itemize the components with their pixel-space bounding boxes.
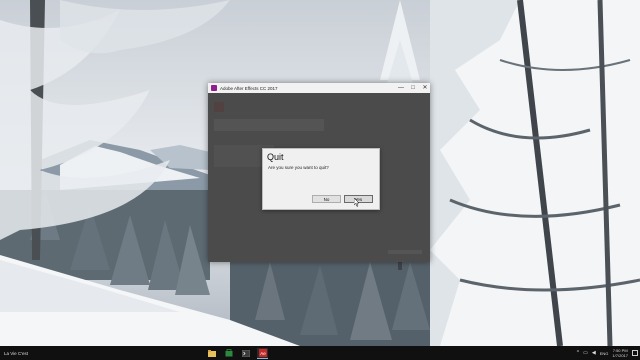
after-effects-taskbar-icon[interactable]: Ae (257, 348, 268, 359)
terminal-icon[interactable] (240, 348, 251, 358)
dialog-title: Quit (267, 152, 284, 162)
dialog-message: Are you sure you want to quit? (268, 165, 329, 170)
quit-dialog: Quit Are you sure you want to quit? No Y… (262, 148, 380, 210)
minimize-icon[interactable]: — (398, 83, 404, 93)
close-icon[interactable]: ✕ (422, 83, 428, 93)
ae-splash-badge (214, 102, 224, 112)
clock[interactable]: 7:50 PM 1/7/2017 (612, 348, 628, 358)
mouse-cursor-icon (354, 198, 360, 207)
notification-icon[interactable] (632, 350, 638, 356)
ae-titlebar[interactable]: Adobe After Effects CC 2017 — □ ✕ (208, 83, 430, 93)
system-tray: ^ ▭ ◀ ENG 7:50 PM 1/7/2017 (577, 346, 638, 360)
volume-icon[interactable]: ◀ (592, 350, 596, 356)
chevron-up-icon[interactable]: ^ (577, 350, 579, 356)
ae-window-title: Adobe After Effects CC 2017 (220, 85, 278, 91)
taskbar: La Vie C'est Ae ^ ▭ ◀ ENG 7:50 PM 1/7/20… (0, 346, 640, 360)
ae-splash-ghost-footer (388, 250, 422, 254)
taskbar-left-text: La Vie C'est (4, 350, 29, 356)
window-controls: — □ ✕ (398, 83, 428, 93)
maximize-icon[interactable]: □ (410, 83, 416, 93)
store-icon[interactable] (223, 348, 234, 358)
taskbar-left: La Vie C'est (4, 346, 28, 360)
file-explorer-icon[interactable] (206, 348, 217, 358)
clock-date: 1/7/2017 (612, 353, 628, 358)
no-button[interactable]: No (312, 195, 341, 203)
after-effects-logo-icon (211, 85, 217, 91)
taskbar-apps: Ae (206, 348, 268, 359)
svg-text:Ae: Ae (260, 351, 266, 356)
ae-splash-ghost-title (214, 119, 324, 131)
network-icon[interactable]: ▭ (583, 350, 588, 356)
language-indicator[interactable]: ENG (600, 351, 609, 356)
